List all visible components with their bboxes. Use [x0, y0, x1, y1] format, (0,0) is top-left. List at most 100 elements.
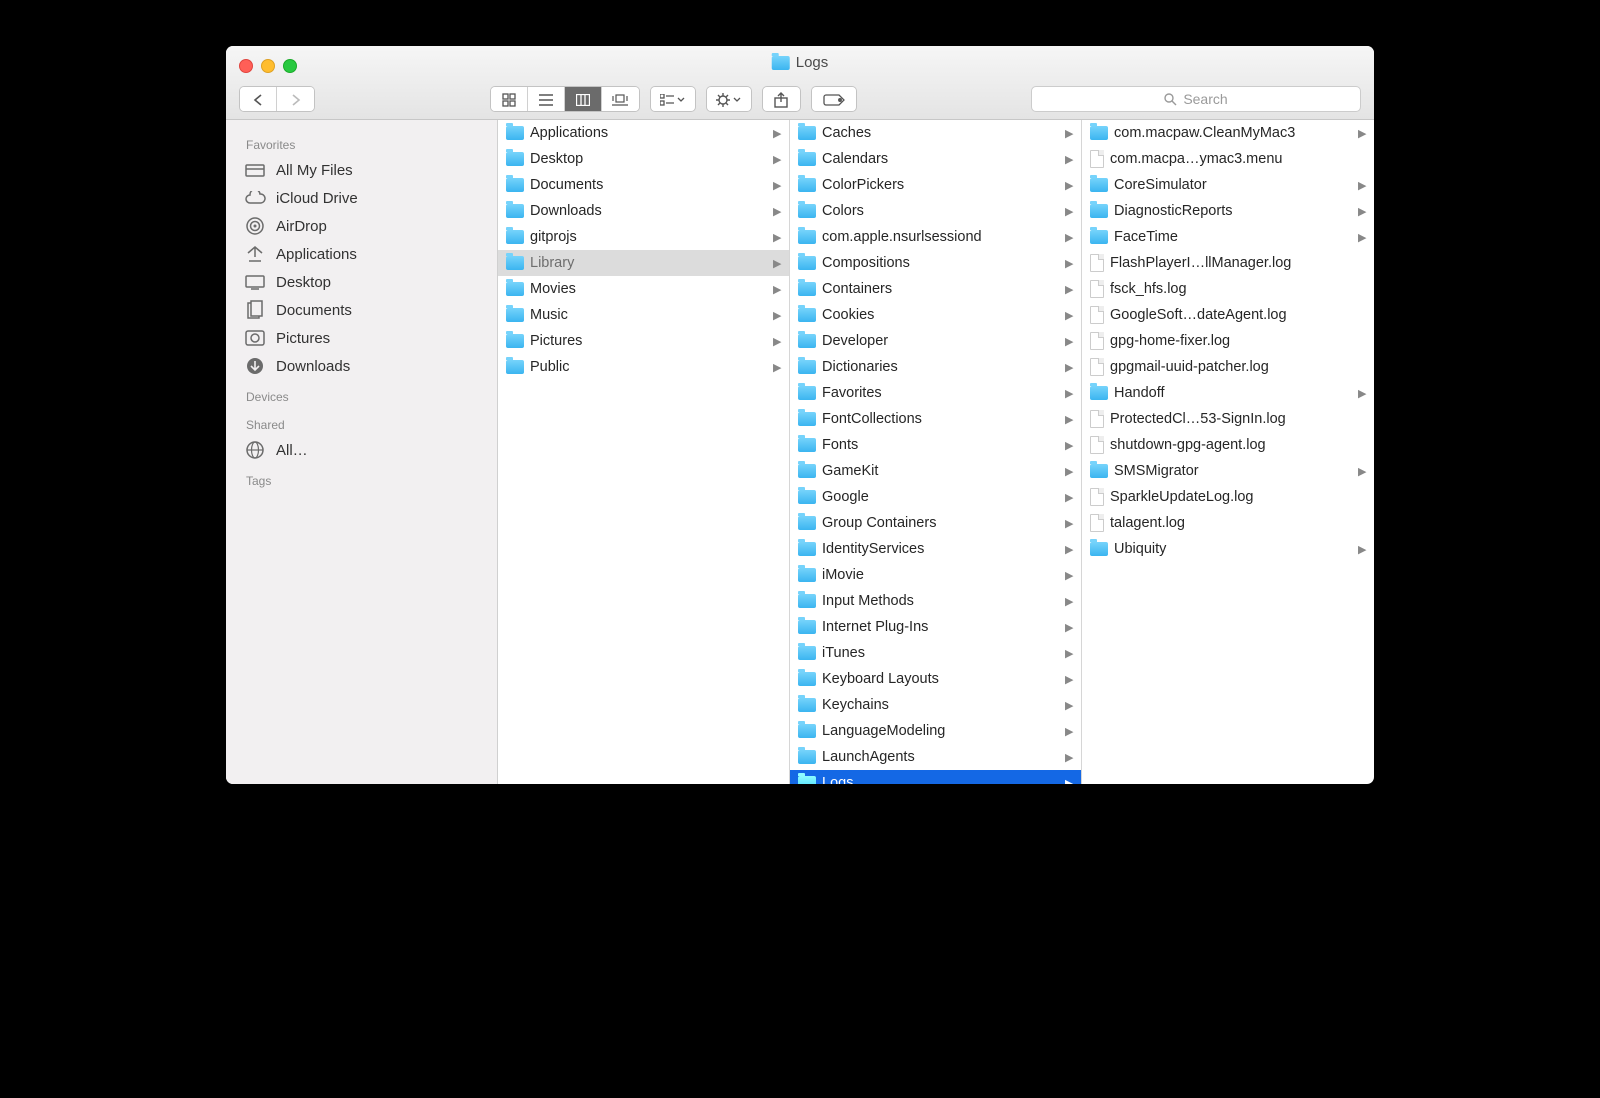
view-column-button[interactable] — [565, 87, 602, 112]
action-group — [706, 86, 752, 112]
search-icon — [1164, 93, 1177, 106]
sidebar-item-documents[interactable]: Documents — [226, 296, 497, 324]
folder-row[interactable]: Logs▶ — [790, 770, 1081, 784]
sidebar-item-icloud-drive[interactable]: iCloud Drive — [226, 184, 497, 212]
folder-row[interactable]: FontCollections▶ — [790, 406, 1081, 432]
folder-row[interactable]: Desktop▶ — [498, 146, 789, 172]
item-label: Favorites — [822, 385, 1059, 401]
file-icon — [1090, 488, 1104, 506]
folder-row[interactable]: Movies▶ — [498, 276, 789, 302]
folder-row[interactable]: com.apple.nsurlsessiond▶ — [790, 224, 1081, 250]
sidebar-item-applications[interactable]: Applications — [226, 240, 497, 268]
folder-row[interactable]: Keyboard Layouts▶ — [790, 666, 1081, 692]
file-row[interactable]: SparkleUpdateLog.log — [1082, 484, 1374, 510]
column-2[interactable]: com.macpaw.CleanMyMac3▶com.macpa…ymac3.m… — [1082, 120, 1374, 784]
file-row[interactable]: talagent.log — [1082, 510, 1374, 536]
sidebar-item-all-my-files[interactable]: All My Files — [226, 156, 497, 184]
folder-icon — [798, 646, 816, 660]
minimize-window-button[interactable] — [261, 59, 275, 73]
folder-row[interactable]: Containers▶ — [790, 276, 1081, 302]
search-field[interactable]: Search — [1031, 86, 1361, 112]
folder-row[interactable]: Google▶ — [790, 484, 1081, 510]
network-icon — [244, 441, 266, 459]
view-coverflow-button[interactable] — [602, 87, 639, 112]
share-button[interactable] — [763, 87, 800, 112]
window-controls — [239, 59, 297, 73]
arrange-button[interactable] — [651, 87, 695, 112]
sidebar-item-all-[interactable]: All… — [226, 436, 497, 464]
folder-row[interactable]: Handoff▶ — [1082, 380, 1374, 406]
folder-row[interactable]: Group Containers▶ — [790, 510, 1081, 536]
folder-row[interactable]: com.macpaw.CleanMyMac3▶ — [1082, 120, 1374, 146]
file-row[interactable]: fsck_hfs.log — [1082, 276, 1374, 302]
folder-icon — [798, 386, 816, 400]
tags-button[interactable] — [812, 87, 856, 112]
folder-row[interactable]: Favorites▶ — [790, 380, 1081, 406]
file-row[interactable]: ProtectedCl…53-SignIn.log — [1082, 406, 1374, 432]
file-row[interactable]: GoogleSoft…dateAgent.log — [1082, 302, 1374, 328]
file-row[interactable]: gpgmail-uuid-patcher.log — [1082, 354, 1374, 380]
chevron-right-icon: ▶ — [1358, 179, 1368, 192]
folder-row[interactable]: FaceTime▶ — [1082, 224, 1374, 250]
folder-row[interactable]: LanguageModeling▶ — [790, 718, 1081, 744]
file-row[interactable]: shutdown-gpg-agent.log — [1082, 432, 1374, 458]
sidebar-item-desktop[interactable]: Desktop — [226, 268, 497, 296]
item-label: FlashPlayerI…llManager.log — [1110, 255, 1368, 271]
folder-row[interactable]: DiagnosticReports▶ — [1082, 198, 1374, 224]
folder-row[interactable]: Keychains▶ — [790, 692, 1081, 718]
zoom-window-button[interactable] — [283, 59, 297, 73]
file-row[interactable]: com.macpa…ymac3.menu — [1082, 146, 1374, 172]
folder-row[interactable]: Pictures▶ — [498, 328, 789, 354]
folder-row[interactable]: IdentityServices▶ — [790, 536, 1081, 562]
sidebar-item-airdrop[interactable]: AirDrop — [226, 212, 497, 240]
folder-row[interactable]: ColorPickers▶ — [790, 172, 1081, 198]
back-button[interactable] — [240, 87, 277, 112]
action-button[interactable] — [707, 87, 751, 112]
chevron-right-icon: ▶ — [1065, 413, 1075, 426]
sidebar-item-pictures[interactable]: Pictures — [226, 324, 497, 352]
folder-row[interactable]: Music▶ — [498, 302, 789, 328]
file-row[interactable]: FlashPlayerI…llManager.log — [1082, 250, 1374, 276]
file-icon — [1090, 254, 1104, 272]
column-0[interactable]: Applications▶Desktop▶Documents▶Downloads… — [498, 120, 790, 784]
chevron-right-icon: ▶ — [1065, 517, 1075, 530]
folder-row[interactable]: Compositions▶ — [790, 250, 1081, 276]
chevron-right-icon: ▶ — [1065, 127, 1075, 140]
folder-row[interactable]: Library▶ — [498, 250, 789, 276]
folder-row[interactable]: Developer▶ — [790, 328, 1081, 354]
folder-row[interactable]: Internet Plug-Ins▶ — [790, 614, 1081, 640]
folder-row[interactable]: Ubiquity▶ — [1082, 536, 1374, 562]
folder-row[interactable]: Public▶ — [498, 354, 789, 380]
view-list-button[interactable] — [528, 87, 565, 112]
folder-row[interactable]: Fonts▶ — [790, 432, 1081, 458]
folder-row[interactable]: Cookies▶ — [790, 302, 1081, 328]
item-label: gpgmail-uuid-patcher.log — [1110, 359, 1368, 375]
window-title-text: Logs — [796, 54, 829, 71]
folder-row[interactable]: LaunchAgents▶ — [790, 744, 1081, 770]
folder-row[interactable]: CoreSimulator▶ — [1082, 172, 1374, 198]
sidebar-item-downloads[interactable]: Downloads — [226, 352, 497, 380]
folder-row[interactable]: SMSMigrator▶ — [1082, 458, 1374, 484]
folder-row[interactable]: gitprojs▶ — [498, 224, 789, 250]
item-label: Music — [530, 307, 767, 323]
folder-row[interactable]: Input Methods▶ — [790, 588, 1081, 614]
forward-button[interactable] — [277, 87, 314, 112]
sidebar-item-label: Documents — [276, 302, 352, 319]
folder-icon — [798, 178, 816, 192]
folder-row[interactable]: Calendars▶ — [790, 146, 1081, 172]
folder-row[interactable]: Downloads▶ — [498, 198, 789, 224]
folder-row[interactable]: GameKit▶ — [790, 458, 1081, 484]
folder-row[interactable]: iTunes▶ — [790, 640, 1081, 666]
view-icon-button[interactable] — [491, 87, 528, 112]
close-window-button[interactable] — [239, 59, 253, 73]
file-row[interactable]: gpg-home-fixer.log — [1082, 328, 1374, 354]
folder-row[interactable]: Caches▶ — [790, 120, 1081, 146]
folder-row[interactable]: Documents▶ — [498, 172, 789, 198]
column-1[interactable]: Caches▶Calendars▶ColorPickers▶Colors▶com… — [790, 120, 1082, 784]
folder-row[interactable]: Applications▶ — [498, 120, 789, 146]
folder-row[interactable]: iMovie▶ — [790, 562, 1081, 588]
folder-row[interactable]: Colors▶ — [790, 198, 1081, 224]
file-icon — [1090, 150, 1104, 168]
chevron-right-icon: ▶ — [1065, 595, 1075, 608]
folder-row[interactable]: Dictionaries▶ — [790, 354, 1081, 380]
